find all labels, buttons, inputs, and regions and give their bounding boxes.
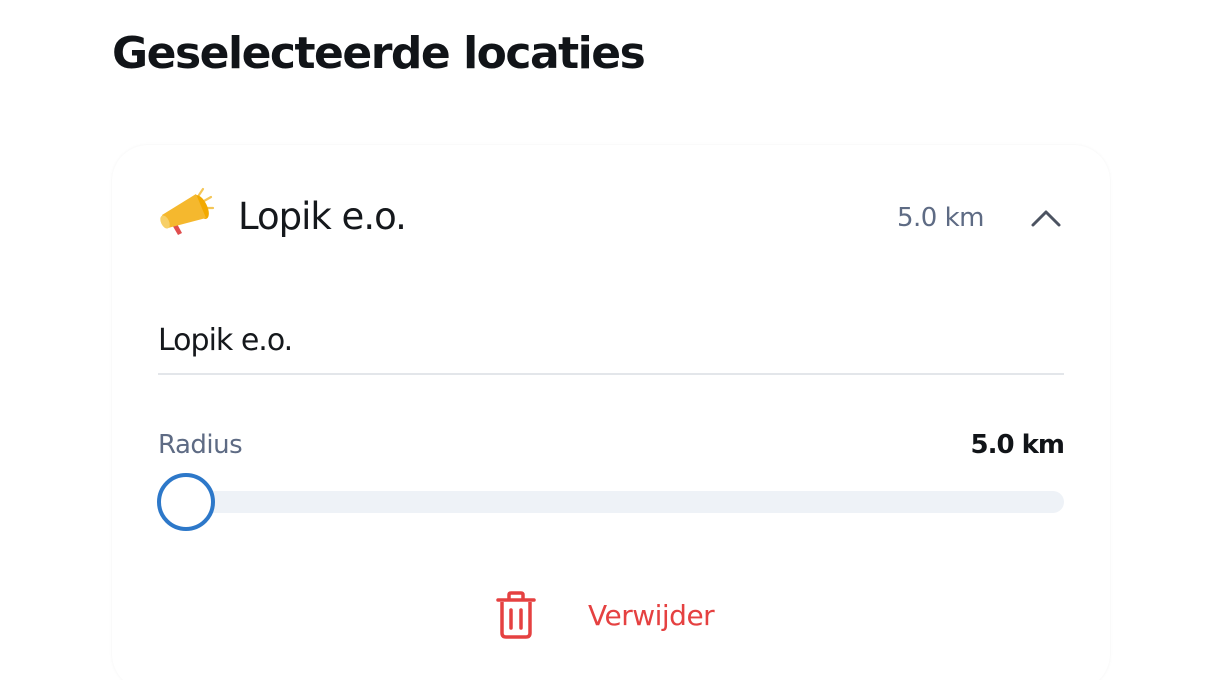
location-card-header[interactable]: Lopik e.o. 5.0 km [112,145,1110,295]
radius-slider-thumb[interactable] [157,473,215,531]
trash-icon [494,590,538,640]
location-title: Lopik e.o. [238,195,407,238]
location-distance: 5.0 km [897,203,985,233]
radius-label: Radius [158,430,243,460]
collapse-button[interactable] [1026,199,1066,239]
location-card: Lopik e.o. 5.0 km Radius 5.0 km [112,145,1110,680]
delete-button[interactable]: Verwijder [494,585,715,645]
chevron-up-icon [1031,210,1061,227]
radius-value: 5.0 km [970,430,1065,460]
page: Geselecteerde locaties Lopik e.o. 5.0 km… [0,0,1228,680]
location-name-input[interactable] [158,313,1064,375]
radius-slider[interactable] [157,473,1064,531]
page-title: Geselecteerde locaties [112,28,646,79]
megaphone-icon [156,185,216,245]
delete-label: Verwijder [588,598,715,632]
